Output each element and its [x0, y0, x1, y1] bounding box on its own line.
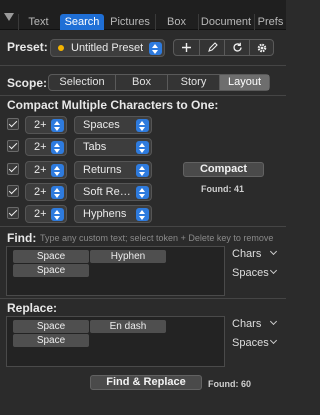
chevron-updown-icon	[136, 164, 149, 177]
compact-spaces-count: 2+	[34, 119, 47, 131]
chevron-updown-icon	[51, 164, 64, 177]
preset-color-dot	[58, 45, 64, 51]
compact-tabs-count: 2+	[34, 141, 47, 153]
divider	[0, 95, 286, 96]
replace-label: Replace:	[7, 301, 58, 315]
scope-label: Scope:	[7, 76, 48, 90]
scope-box[interactable]: Box	[115, 75, 167, 90]
chevron-updown-icon	[51, 186, 64, 199]
tab-search[interactable]: Search	[60, 14, 104, 30]
compact-spaces-type: Spaces	[83, 119, 120, 131]
gear-icon[interactable]	[249, 40, 274, 55]
refresh-icon[interactable]	[224, 40, 249, 55]
find-label: Find:	[7, 231, 37, 245]
chevron-updown-icon	[136, 141, 149, 154]
compact-soft-returns-type-select[interactable]: Soft Returns	[74, 183, 152, 201]
find-token-space[interactable]: Space	[13, 250, 89, 263]
compact-soft-returns-type: Soft Returns	[83, 186, 133, 198]
compact-hyphens-type-select[interactable]: Hyphens	[74, 205, 152, 223]
compact-hyphens-type: Hyphens	[83, 208, 127, 220]
compact-button[interactable]: Compact	[183, 162, 264, 177]
find-token-space[interactable]: Space	[13, 264, 89, 277]
find-replace-button[interactable]: Find & Replace	[90, 375, 202, 390]
collapse-triangle-icon[interactable]	[4, 13, 14, 21]
chevron-down-icon[interactable]	[269, 266, 278, 275]
pencil-icon[interactable]	[199, 40, 224, 55]
preset-select[interactable]: Untitled Preset	[50, 39, 165, 57]
chevron-down-icon[interactable]	[269, 247, 278, 256]
compact-heading: Compact Multiple Characters to One:	[7, 98, 219, 112]
chevron-updown-icon	[51, 119, 64, 132]
compact-tabs-count-select[interactable]: 2+	[25, 138, 67, 156]
divider	[0, 298, 286, 299]
compact-tabs-checkbox[interactable]	[7, 140, 19, 152]
tab-pictures[interactable]: Pictures	[106, 14, 154, 30]
compact-spaces-count-select[interactable]: 2+	[25, 116, 67, 134]
chevron-down-icon[interactable]	[269, 317, 278, 326]
compact-returns-count: 2+	[34, 164, 47, 176]
compact-hyphens-count-select[interactable]: 2+	[25, 205, 67, 223]
chevron-updown-icon	[51, 208, 64, 221]
scope-layout[interactable]: Layout	[219, 75, 269, 90]
compact-returns-checkbox[interactable]	[7, 163, 19, 175]
compact-returns-type: Returns	[83, 164, 122, 176]
chevron-updown-icon	[136, 186, 149, 199]
compact-returns-type-select[interactable]: Returns	[74, 161, 152, 179]
find-chars-menu[interactable]: Chars	[232, 248, 261, 260]
preset-label: Preset:	[7, 40, 48, 54]
compact-hyphens-count: 2+	[34, 208, 47, 220]
find-hint: Type any custom text; select token + Del…	[40, 233, 274, 243]
chevron-down-icon[interactable]	[269, 336, 278, 345]
find-replace-found-count: Found: 60	[208, 379, 251, 389]
chevron-updown-icon	[149, 42, 162, 55]
scope-segmented-control: Selection Box Story Layout	[48, 74, 270, 91]
find-spaces-menu[interactable]: Spaces	[232, 267, 269, 279]
compact-spaces-type-select[interactable]: Spaces	[74, 116, 152, 134]
replace-token-field[interactable]: Space En dash Space	[6, 316, 225, 367]
compact-soft-returns-count: 2+	[34, 186, 47, 198]
replace-chars-menu[interactable]: Chars	[232, 318, 261, 330]
scope-selection[interactable]: Selection	[49, 75, 115, 90]
scope-story[interactable]: Story	[167, 75, 219, 90]
compact-tabs-type: Tabs	[83, 141, 107, 153]
preset-value: Untitled Preset	[71, 42, 144, 54]
compact-returns-count-select[interactable]: 2+	[25, 161, 67, 179]
tab-bar: Text Search Pictures Box Document Prefs	[0, 0, 286, 30]
plus-icon[interactable]	[174, 40, 199, 55]
chevron-updown-icon	[136, 119, 149, 132]
compact-hyphens-checkbox[interactable]	[7, 207, 19, 219]
replace-spaces-menu[interactable]: Spaces	[232, 337, 269, 349]
tab-box[interactable]: Box	[155, 14, 197, 30]
tab-text[interactable]: Text	[18, 14, 58, 30]
compact-tabs-type-select[interactable]: Tabs	[74, 138, 152, 156]
tab-document[interactable]: Document	[198, 14, 253, 30]
compact-soft-returns-checkbox[interactable]	[7, 185, 19, 197]
replace-token-en-dash[interactable]: En dash	[90, 320, 166, 333]
find-token-field[interactable]: Space Hyphen Space	[6, 246, 225, 296]
compact-found-count: Found: 41	[201, 184, 244, 194]
chevron-updown-icon	[51, 141, 64, 154]
preset-toolbar	[173, 39, 274, 56]
divider	[0, 65, 286, 66]
tab-prefs[interactable]: Prefs	[254, 14, 286, 30]
chevron-updown-icon	[136, 208, 149, 221]
divider	[0, 226, 286, 227]
replace-token-space[interactable]: Space	[13, 334, 89, 347]
find-token-hyphen[interactable]: Hyphen	[90, 250, 166, 263]
replace-token-space[interactable]: Space	[13, 320, 89, 333]
compact-spaces-checkbox[interactable]	[7, 118, 19, 130]
compact-soft-returns-count-select[interactable]: 2+	[25, 183, 67, 201]
